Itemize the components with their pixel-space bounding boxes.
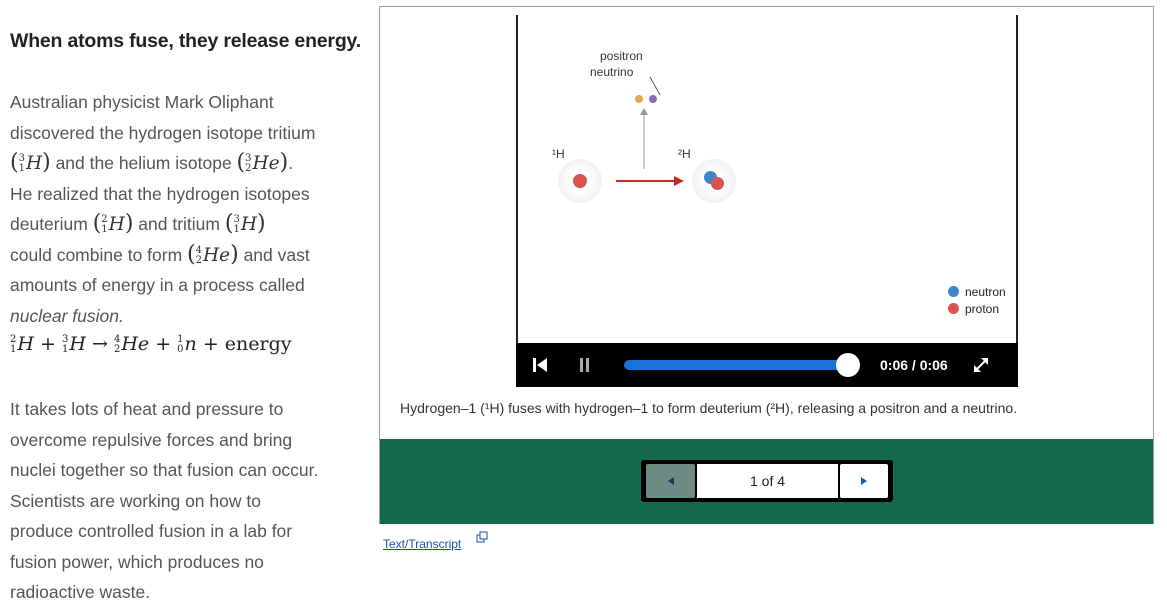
text-line: nuclei together so that fusion can occur… — [10, 460, 319, 480]
paragraph-fusion-power: It takes lots of heat and pressure to ov… — [10, 394, 365, 608]
text-line: could combine to form (4 2 He) and vast — [10, 241, 310, 267]
legend-item-neutron: neutron — [948, 283, 1006, 300]
slide-navigation: 1 of 4 — [380, 439, 1153, 524]
legend-item-proton: proton — [948, 300, 1006, 317]
equation-term: 4 2 He — [113, 333, 150, 355]
triangle-right-icon — [861, 477, 867, 485]
positron-label: positron — [600, 49, 643, 63]
text-line: Australian physicist Mark Oliphant — [10, 92, 274, 112]
text-line: fusion power, which produces no — [10, 551, 264, 572]
neutron-swatch-icon — [948, 286, 959, 297]
external-window-icon[interactable] — [476, 531, 488, 543]
emission-arrow-icon — [640, 108, 648, 169]
next-slide-button[interactable] — [840, 464, 888, 498]
h1-label: ¹H — [552, 147, 565, 161]
legend-label: neutron — [965, 284, 1006, 299]
pause-button[interactable] — [578, 343, 592, 403]
text-fragment: could combine to form — [10, 244, 183, 265]
media-panel: positron neutrino ¹H ²H neutron proton 0… — [379, 6, 1154, 524]
positron-dot — [635, 95, 643, 103]
text-line-emphasis: nuclear fusion. — [10, 305, 124, 326]
restart-button[interactable] — [532, 343, 548, 403]
neutrino-dot — [649, 95, 657, 103]
text-line: overcome repulsive forces and bring — [10, 429, 293, 450]
pause-icon — [580, 358, 589, 372]
text-fragment: and tritium — [138, 214, 220, 234]
text-line: produce controlled fusion in a lab for — [10, 521, 293, 541]
expand-icon — [974, 358, 988, 372]
text-fragment: and the helium isotope — [55, 153, 232, 173]
section-heading: When atoms fuse, they release energy. — [10, 30, 361, 52]
text-line: Scientists are working on how to — [10, 490, 261, 511]
equation-energy: energy — [224, 333, 292, 355]
proton-dot — [711, 177, 724, 190]
text-fragment: deuterium — [10, 214, 88, 234]
animation-frame[interactable]: positron neutrino ¹H ²H neutron proton — [516, 15, 1018, 343]
fullscreen-button[interactable] — [971, 355, 991, 375]
legend-label: proton — [965, 301, 1000, 316]
transcript-link[interactable]: Text/Transcript — [383, 537, 461, 551]
text-line: He realized that the hydrogen isotopes — [10, 183, 310, 204]
pager: 1 of 4 — [641, 460, 893, 502]
text-fragment: and vast — [243, 244, 310, 265]
text-line: deuterium (2 1 H) and tritium (3 1 H) — [10, 211, 266, 236]
fusion-equation: 21H + 31H → 4 2 He + 10n + energy — [10, 333, 292, 355]
isotope-tritium: 31H — [18, 153, 43, 175]
text-line: discovered the hydrogen isotope tritium — [10, 122, 316, 143]
page-indicator: 1 of 4 — [697, 464, 838, 498]
h2-label: ²H — [678, 147, 691, 161]
equation-term: 10n — [177, 333, 197, 355]
progress-thumb[interactable] — [836, 353, 860, 377]
reaction-arrow-icon — [616, 176, 684, 186]
neutrino-label: neutrino — [590, 65, 634, 79]
text-line: (3 1 H) and the helium isotope (3 2 He). — [10, 150, 294, 175]
isotope-helium3: 3 2 He — [245, 153, 280, 175]
isotope-helium4: 4 2 He — [195, 244, 231, 266]
paragraph-oliphant: Australian physicist Mark Oliphant disco… — [10, 87, 365, 331]
prev-slide-button[interactable] — [646, 464, 695, 498]
equation-term: 21H — [10, 333, 34, 355]
triangle-left-icon — [667, 477, 674, 485]
text-line: radioactive waste. — [10, 582, 151, 602]
skip-back-icon — [533, 358, 547, 372]
text-line: amounts of energy in a process called — [10, 275, 305, 295]
equation-term: 31H — [61, 333, 86, 355]
time-readout: 0:06 / 0:06 — [880, 357, 948, 373]
isotope-deuterium: 21H — [101, 214, 125, 236]
progress-track[interactable] — [624, 360, 852, 370]
animation-stage: positron neutrino ¹H ²H neutron proton 0… — [516, 15, 1018, 387]
animation-caption: Hydrogen–1 (¹H) fuses with hydrogen–1 to… — [400, 400, 1018, 416]
player-controls: 0:06 / 0:06 — [516, 343, 1018, 387]
proton-dot — [573, 174, 587, 188]
text-line: It takes lots of heat and pressure to — [10, 399, 284, 419]
proton-swatch-icon — [948, 303, 959, 314]
isotope-tritium-2: 31H — [233, 214, 257, 236]
legend: neutron proton — [948, 283, 1006, 317]
